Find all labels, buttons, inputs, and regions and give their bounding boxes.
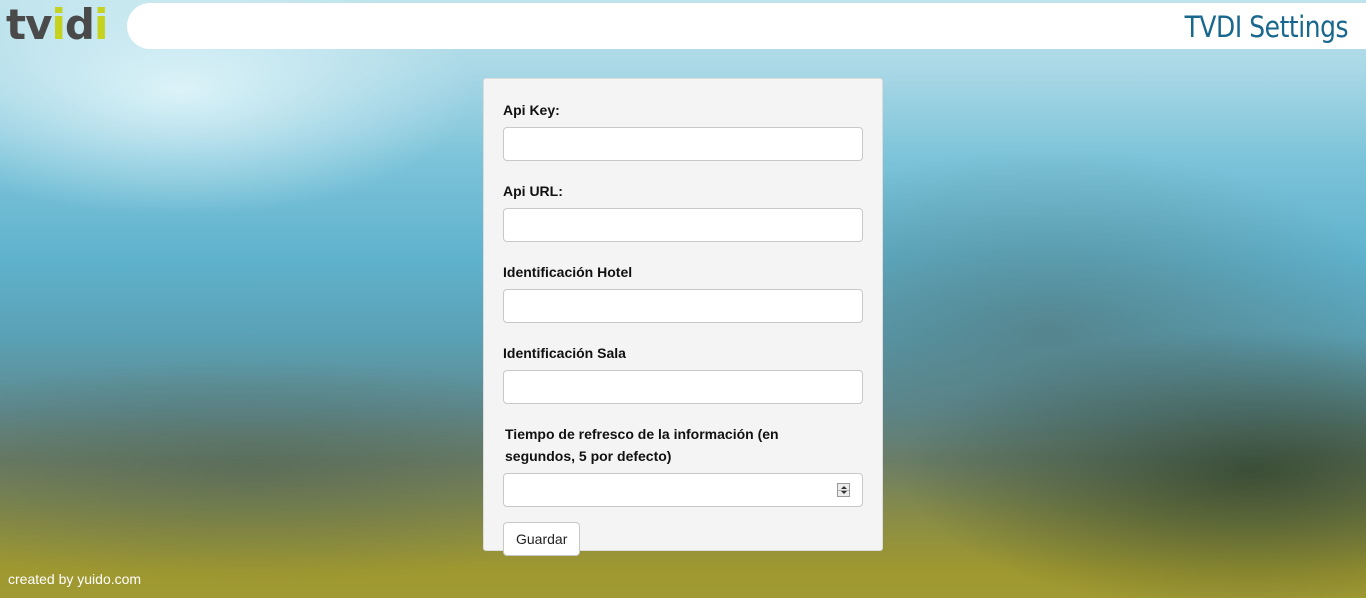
footer-credit: created by yuido.com: [8, 571, 142, 587]
number-spinner-icon[interactable]: [837, 483, 850, 497]
tvidi-logo: tvidi: [6, 0, 108, 49]
refresh-time-field: [503, 473, 863, 507]
page-title: TVDI Settings: [1184, 10, 1349, 44]
settings-form: Api Key: Api URL: Identificación Hotel I…: [483, 78, 883, 556]
refresh-time-input[interactable]: [503, 473, 863, 507]
logo-text-d: d: [64, 0, 95, 49]
logo-text-i-accent: i: [51, 0, 65, 49]
room-id-label: Identificación Sala: [503, 345, 626, 361]
spinner-down-icon[interactable]: [841, 491, 847, 494]
logo-text-tv: tv: [6, 0, 52, 49]
api-url-input[interactable]: [503, 208, 863, 242]
hotel-id-input[interactable]: [503, 289, 863, 323]
app-header: tvidi TVDI Settings: [0, 0, 1366, 52]
room-id-input[interactable]: [503, 370, 863, 404]
title-bar: TVDI Settings: [127, 3, 1366, 49]
api-key-input[interactable]: [503, 127, 863, 161]
spinner-up-icon[interactable]: [841, 486, 847, 489]
api-url-label: Api URL:: [503, 183, 563, 199]
hotel-id-label: Identificación Hotel: [503, 264, 633, 280]
refresh-time-label: Tiempo de refresco de la información (en…: [505, 426, 779, 464]
api-key-label: Api Key:: [503, 102, 560, 118]
logo-text-i-accent-2: i: [93, 0, 108, 49]
save-button[interactable]: Guardar: [503, 522, 581, 556]
